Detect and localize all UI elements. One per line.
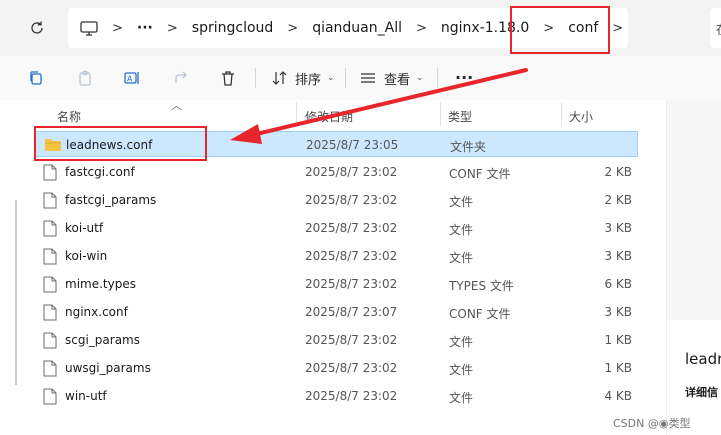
annotation-arrow bbox=[230, 68, 528, 144]
